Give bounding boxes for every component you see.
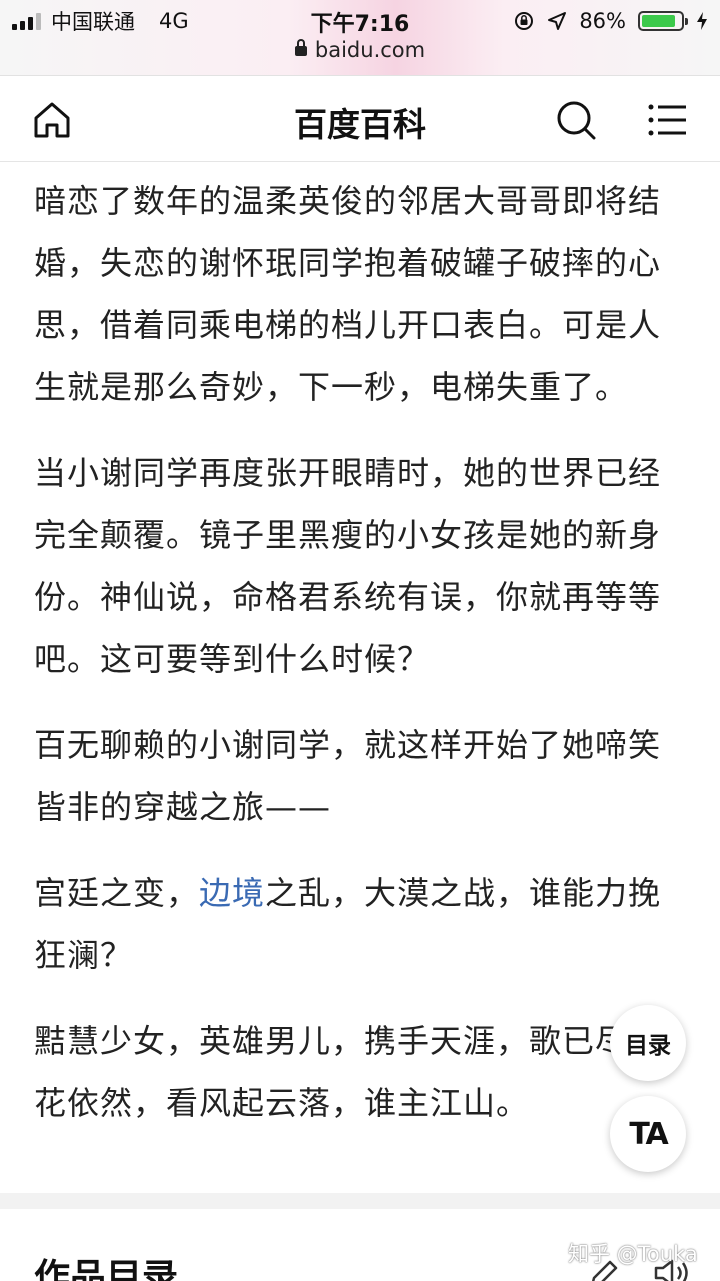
status-bar: 中国联通 4G 下午7:16 baidu.com 86% [0, 0, 720, 76]
border-link[interactable]: 边境 [199, 874, 265, 912]
lock-icon [294, 39, 307, 56]
search-button[interactable] [554, 98, 598, 142]
section-divider [0, 1193, 720, 1209]
charging-icon [697, 12, 707, 30]
menu-button[interactable] [646, 98, 690, 142]
paragraph: 暗恋了数年的温柔英俊的邻居大哥哥即将结婚，失恋的谢怀珉同学抱着破罐子破摔的心思，… [34, 182, 662, 406]
section-title: 作品目录 [34, 1257, 179, 1281]
status-right: 86% [513, 6, 708, 36]
paragraph: 宫廷之变，边境之乱，大漠之战，谁能力挽狂澜？ [34, 862, 664, 986]
paragraph-text: 宫廷之变， [34, 874, 200, 912]
location-icon [548, 12, 567, 30]
battery-percent: 86% [579, 9, 626, 33]
top-nav: 百度百科 [0, 76, 720, 162]
url-text: baidu.com [314, 38, 426, 62]
rotation-lock-icon [515, 12, 534, 30]
paragraph: 黠慧少女，英雄男儿，携手天涯，歌已尽，花依然，看风起云落，谁主江山。 [34, 1022, 662, 1122]
address-bar[interactable]: baidu.com [0, 38, 720, 62]
battery-icon [638, 11, 688, 31]
menu-icon [648, 104, 686, 136]
search-icon [557, 101, 596, 140]
paragraph: 当小谢同学再度张开眼睛时，她的世界已经完全颠覆。镜子里黑瘦的小女孩是她的新身份。… [34, 454, 662, 678]
page-title: 百度百科 [294, 105, 426, 144]
paragraph: 百无聊赖的小谢同学，就这样开始了她啼笑皆非的穿越之旅—— [34, 726, 662, 826]
toc-button[interactable]: 目录 [610, 1005, 686, 1081]
ta-button[interactable]: TA [610, 1096, 686, 1172]
watermark: 知乎 @Touka [568, 1242, 698, 1266]
battery-level [642, 15, 675, 27]
article-body: 暗恋了数年的温柔英俊的邻居大哥哥即将结婚，失恋的谢怀珉同学抱着破罐子破摔的心思，… [34, 170, 664, 1158]
